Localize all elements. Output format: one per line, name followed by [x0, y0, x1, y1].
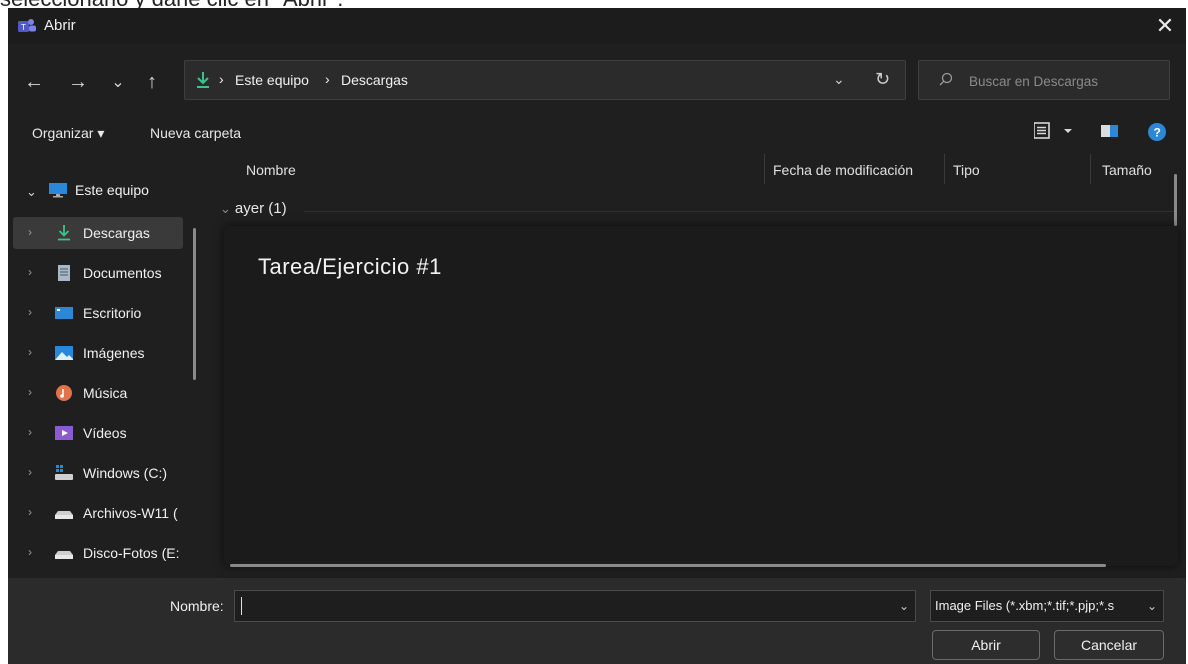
sidebar-item-label: Este equipo	[75, 182, 149, 198]
search-box[interactable]	[918, 60, 1170, 100]
sidebar-item-disco-fotos[interactable]: › Disco-Fotos (E:	[13, 537, 183, 569]
sidebar-item-archivos-w11[interactable]: › Archivos-W11 (	[13, 497, 183, 529]
breadcrumb-descargas[interactable]: Descargas	[341, 72, 408, 88]
pictures-icon	[55, 346, 73, 360]
sidebar-item-descargas[interactable]: › Descargas	[13, 217, 183, 249]
column-divider[interactable]	[764, 154, 765, 184]
forward-button[interactable]: →	[64, 68, 92, 96]
chevron-right-icon[interactable]: ›	[28, 425, 32, 439]
sidebar-item-label: Windows (C:)	[83, 465, 168, 481]
group-divider	[304, 211, 1174, 212]
teams-app-icon: T	[18, 19, 36, 32]
collapse-chevron-icon[interactable]: ⌄	[220, 201, 231, 216]
svg-text:?: ?	[1154, 126, 1161, 140]
file-type-filter-label: Image Files (*.xbm;*.tif;*.pjp;*.s	[935, 598, 1115, 613]
svg-text:T: T	[21, 23, 26, 32]
file-name-label: Nombre:	[170, 598, 224, 614]
column-divider[interactable]	[944, 154, 945, 184]
navigation-pane: ⌄ Este equipo › Descargas › Documentos ›	[8, 160, 208, 578]
chevron-right-icon[interactable]: ›	[28, 225, 32, 239]
desktop-icon	[55, 307, 73, 319]
sidebar-item-label: Vídeos	[83, 425, 127, 441]
search-input[interactable]	[967, 70, 1161, 92]
videos-icon	[55, 426, 73, 440]
sidebar-item-label: Música	[83, 385, 128, 401]
group-header-ayer[interactable]: ⌄ ayer (1)	[220, 200, 287, 217]
expand-chevron-icon[interactable]: ⌄	[26, 184, 37, 200]
windows-drive-icon	[55, 465, 73, 480]
sidebar-item-windows-c[interactable]: › Windows (C:)	[13, 457, 183, 489]
open-button[interactable]: Abrir	[932, 630, 1040, 660]
chevron-down-icon[interactable]: ⌄	[899, 599, 909, 613]
monitor-icon	[49, 183, 67, 198]
chevron-right-icon[interactable]: ›	[28, 345, 32, 359]
help-icon[interactable]: ?	[1146, 120, 1168, 142]
new-folder-button[interactable]: Nueva carpeta	[150, 125, 241, 141]
address-bar[interactable]: › Este equipo › Descargas ⌄ ↻	[184, 60, 906, 100]
column-divider[interactable]	[1090, 154, 1091, 184]
chevron-right-icon[interactable]: ›	[28, 385, 32, 399]
preview-pane-icon[interactable]	[1100, 120, 1120, 142]
chevron-right-icon[interactable]: ›	[28, 305, 32, 319]
column-header-size[interactable]: Tamaño	[1102, 162, 1152, 178]
file-list-scrollbar[interactable]	[1174, 174, 1177, 226]
download-icon	[58, 225, 70, 241]
chevron-right-icon[interactable]: ›	[28, 265, 32, 279]
sidebar-item-label: Escritorio	[83, 305, 142, 321]
sidebar-item-escritorio[interactable]: › Escritorio	[13, 297, 183, 329]
close-button[interactable]: ✕	[1150, 12, 1180, 40]
document-icon	[58, 265, 70, 281]
overlay-card: Tarea/Ejercicio #1	[224, 226, 1178, 566]
refresh-button[interactable]: ↻	[875, 69, 890, 90]
sidebar-item-label: Archivos-W11 (	[83, 505, 178, 521]
back-button[interactable]: ←	[20, 68, 48, 96]
breadcrumb-separator: ›	[325, 71, 330, 87]
sidebar-scrollbar[interactable]	[193, 228, 196, 380]
column-header-type[interactable]: Tipo	[953, 162, 980, 178]
file-type-filter[interactable]: Image Files (*.xbm;*.tif;*.pjp;*.s ⌄	[930, 590, 1164, 622]
download-icon	[197, 72, 209, 88]
title-bar: T Abrir ✕	[8, 8, 1186, 44]
chevron-right-icon[interactable]: ›	[28, 545, 32, 559]
text-caret	[241, 597, 242, 615]
open-file-dialog: T Abrir ✕ ← → ⌄ ↑ › Este equipo › Descar…	[8, 8, 1186, 664]
column-header-name[interactable]: Nombre	[246, 162, 296, 178]
breadcrumb-separator: ›	[219, 71, 224, 87]
chevron-down-icon: ⌄	[1146, 599, 1157, 613]
organize-menu[interactable]: Organizar ▾	[32, 125, 104, 142]
sidebar-item-documentos[interactable]: › Documentos	[13, 257, 183, 289]
column-header-date[interactable]: Fecha de modificación	[773, 162, 913, 178]
breadcrumb-este-equipo[interactable]: Este equipo	[235, 72, 309, 88]
recent-locations-button[interactable]: ⌄	[104, 68, 132, 96]
sidebar-item-videos[interactable]: › Vídeos	[13, 417, 183, 449]
sidebar-item-imagenes[interactable]: › Imágenes	[13, 337, 183, 369]
sidebar-item-label: Disco-Fotos (E:	[83, 545, 180, 561]
sidebar-item-label: Documentos	[83, 265, 162, 281]
search-icon	[939, 72, 953, 86]
chevron-right-icon[interactable]: ›	[28, 505, 32, 519]
sidebar-item-label: Imágenes	[83, 345, 145, 361]
window-title: Abrir	[44, 17, 76, 34]
sidebar-item-musica[interactable]: › Música	[13, 377, 183, 409]
music-icon	[56, 385, 72, 401]
drive-icon	[55, 511, 73, 519]
group-label: ayer (1)	[234, 200, 287, 217]
chevron-right-icon[interactable]: ›	[28, 465, 32, 479]
overlay-title: Tarea/Ejercicio #1	[258, 254, 442, 279]
file-name-input[interactable]: ⌄	[234, 590, 916, 622]
horizontal-scrollbar[interactable]	[230, 564, 1106, 567]
cancel-button[interactable]: Cancelar	[1054, 630, 1164, 660]
view-options-icon[interactable]	[1034, 120, 1076, 142]
bottom-panel: Nombre: ⌄ Image Files (*.xbm;*.tif;*.pjp…	[8, 578, 1186, 664]
up-button[interactable]: ↑	[138, 68, 166, 96]
drive-icon	[55, 551, 73, 559]
address-history-dropdown[interactable]: ⌄	[833, 71, 845, 88]
sidebar-item-este-equipo[interactable]: ⌄ Este equipo	[13, 172, 183, 204]
sidebar-item-label: Descargas	[83, 225, 150, 241]
